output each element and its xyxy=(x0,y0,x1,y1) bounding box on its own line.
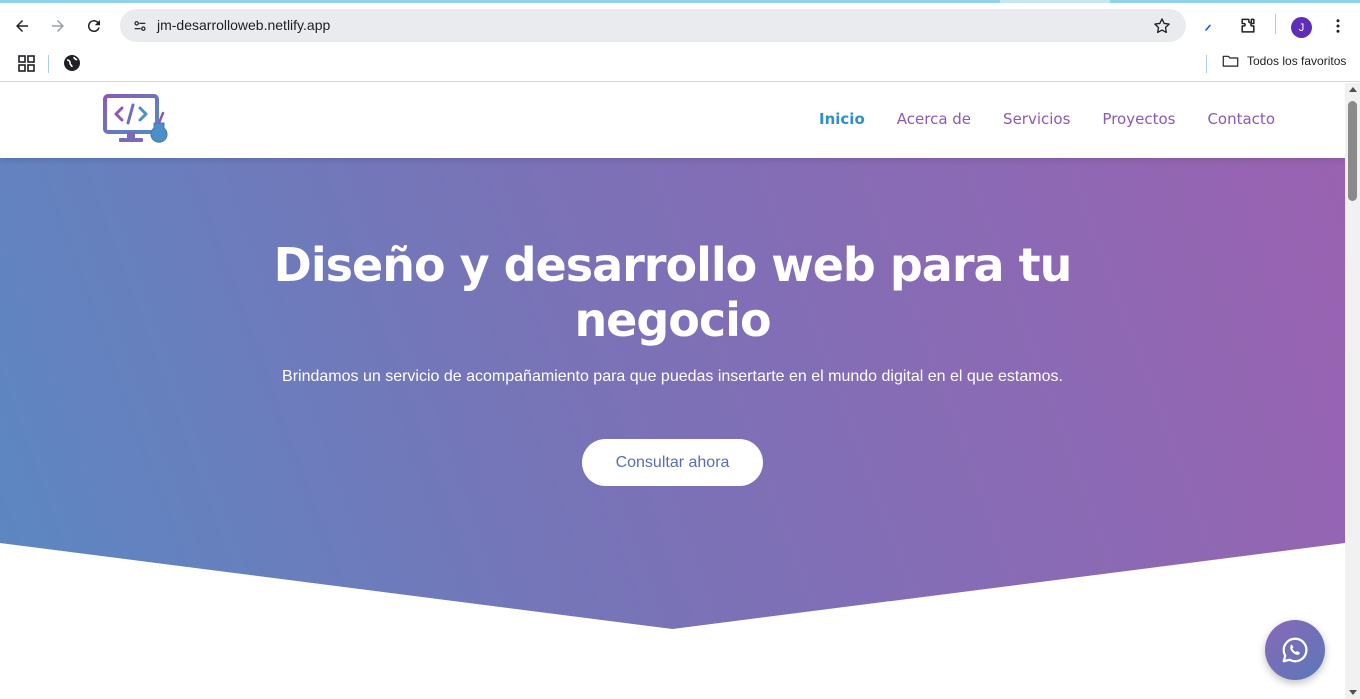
site-info-icon[interactable] xyxy=(128,14,152,38)
pen-icon[interactable] xyxy=(1196,12,1224,40)
bookmarks-bar: Todos los favoritos xyxy=(0,47,1360,82)
reload-icon[interactable] xyxy=(80,12,108,40)
hero-section: Diseño y desarrollo web para tu negocio … xyxy=(0,158,1345,629)
hero-subtitle: Brindamos un servicio de acompañamiento … xyxy=(282,368,1063,385)
bookmarks-divider-right xyxy=(1206,55,1207,73)
all-bookmarks-label: Todos los favoritos xyxy=(1247,54,1347,68)
apps-icon[interactable] xyxy=(16,53,38,75)
menu-dots-icon[interactable] xyxy=(1324,12,1352,40)
main-nav: Inicio Acerca de Servicios Proyectos Con… xyxy=(819,110,1275,128)
star-icon[interactable] xyxy=(1152,16,1172,36)
folder-icon xyxy=(1222,55,1239,67)
back-icon[interactable] xyxy=(8,12,36,40)
code-monitor-logo[interactable] xyxy=(102,93,174,147)
address-bar[interactable]: jm-desarrolloweb.netlify.app xyxy=(120,9,1186,42)
hero-title: Diseño y desarrollo web para tu negocio xyxy=(273,238,1073,347)
nav-link-proyectos[interactable]: Proyectos xyxy=(1102,110,1175,128)
nav-link-servicios[interactable]: Servicios xyxy=(1003,110,1070,128)
forward-icon[interactable] xyxy=(44,12,72,40)
extensions-icon[interactable] xyxy=(1234,12,1262,40)
whatsapp-icon xyxy=(1282,637,1308,663)
profile-avatar[interactable]: J xyxy=(1291,17,1312,38)
scroll-up-arrow[interactable] xyxy=(1349,87,1357,92)
scroll-thumb[interactable] xyxy=(1348,101,1357,201)
globe-icon[interactable] xyxy=(62,53,82,73)
scroll-down-arrow[interactable] xyxy=(1349,690,1357,695)
consult-now-button[interactable]: Consultar ahora xyxy=(582,439,763,486)
all-bookmarks-folder[interactable]: Todos los favoritos xyxy=(1222,54,1346,68)
page-scrollbar[interactable] xyxy=(1345,83,1360,699)
site-header: Inicio Acerca de Servicios Proyectos Con… xyxy=(0,83,1345,158)
nav-link-inicio[interactable]: Inicio xyxy=(819,110,865,128)
toolbar-divider xyxy=(1275,14,1276,34)
page-viewport: Inicio Acerca de Servicios Proyectos Con… xyxy=(0,83,1345,699)
nav-link-contacto[interactable]: Contacto xyxy=(1207,110,1275,128)
bookmarks-divider xyxy=(48,55,49,73)
whatsapp-button[interactable] xyxy=(1265,620,1325,680)
url-text[interactable]: jm-desarrolloweb.netlify.app xyxy=(157,17,330,33)
browser-toolbar: jm-desarrolloweb.netlify.app J xyxy=(0,3,1360,47)
nav-link-acerca[interactable]: Acerca de xyxy=(897,110,971,128)
